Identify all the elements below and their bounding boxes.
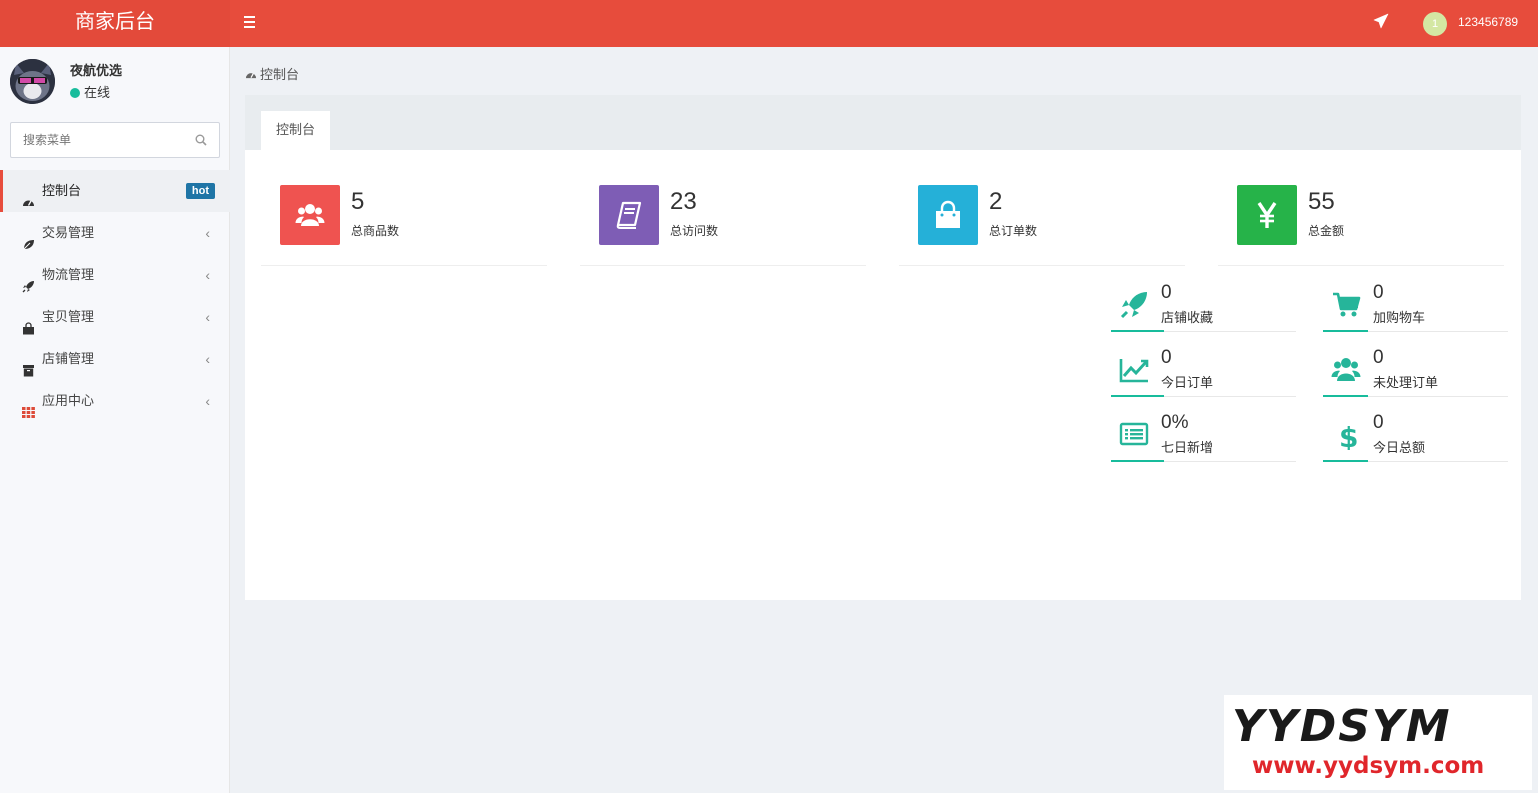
menu-search [10,122,220,158]
accent-underline [1111,460,1164,462]
stat-label: 总访问数 [670,224,719,238]
paper-plane-icon[interactable] [1373,13,1389,32]
yen-icon [1237,185,1297,245]
main-panel: 控制台 5 总商品数 23 总访问数 2 总订单数 55 总金额 0 店铺收藏 … [245,95,1521,600]
stat-visits: 23 总访问数 [580,185,866,266]
dashboard-icon [22,184,35,206]
menu-toggle-icon[interactable] [244,13,260,31]
rocket-icon [22,268,35,293]
watermark-title: YYDSYM [1232,701,1452,752]
mini-stat-label: 今日总额 [1373,440,1426,455]
rocket-icon [1119,290,1149,323]
sidebar-item-label: 物流管理 [42,267,95,282]
archive-icon [22,352,35,377]
sidebar-item-label: 宝贝管理 [42,309,95,324]
avatar [10,59,55,104]
grid-icon [22,394,35,418]
top-navbar: 商家后台 1 123456789 [0,0,1538,47]
accent-underline [1111,330,1164,332]
stat-amount: 55 总金额 [1218,185,1504,266]
chevron-left-icon: ‹ [205,267,210,283]
users-icon [1331,355,1361,388]
sidebar-item-logistics[interactable]: 物流管理 ‹ [0,254,230,296]
search-icon[interactable] [195,134,207,149]
sidebar-item-label: 控制台 [42,183,82,198]
sidebar-item-apps[interactable]: 应用中心 ‹ [0,380,230,422]
sidebar-item-products[interactable]: 宝贝管理 ‹ [0,296,230,338]
stat-value: 2 [989,188,1003,215]
stat-value: 5 [351,188,365,215]
chevron-left-icon: ‹ [205,225,210,241]
accent-underline [1323,395,1368,397]
mini-stat-label: 七日新增 [1161,440,1214,455]
watermark-url: www.yydsym.com [1252,753,1485,779]
mini-stat-value: 0 [1373,282,1384,303]
username-link[interactable]: 123456789 [1458,15,1518,29]
accent-underline [1323,330,1368,332]
mini-stat-favorites: 0 店铺收藏 [1111,282,1296,332]
mini-stat-value: 0 [1161,282,1172,303]
chevron-left-icon: ‹ [205,309,210,325]
dashboard-icon [245,73,257,79]
sidebar-item-shop[interactable]: 店铺管理 ‹ [0,338,230,380]
mini-stat-pending-orders: 0 未处理订单 [1323,347,1508,397]
online-dot-icon [70,88,80,98]
svg-text:$: $ [1339,421,1358,450]
stat-label: 总订单数 [989,224,1038,238]
mini-stat-value: 0% [1161,412,1189,433]
shopping-bag-icon [918,185,978,245]
brand-title[interactable]: 商家后台 [0,0,230,47]
cart-icon [1331,290,1361,323]
mini-stat-today-total: $ 0 今日总额 [1323,412,1508,462]
tab-dashboard[interactable]: 控制台 [261,111,330,150]
line-chart-icon [1119,355,1149,388]
shopping-bag-icon [22,310,35,335]
stat-products: 5 总商品数 [261,185,547,266]
mini-stat-cart: 0 加购物车 [1323,282,1508,332]
sidebar: 夜航优选 在线 控制台 hot 交易管理 ‹ 物流管理 ‹ [0,47,230,793]
users-icon [280,185,340,245]
sidebar-menu: 控制台 hot 交易管理 ‹ 物流管理 ‹ 宝贝管理 ‹ 店铺管理 ‹ 应用中心… [0,170,230,422]
sidebar-item-label: 交易管理 [42,225,95,240]
search-input[interactable] [11,123,181,157]
mini-stat-today-orders: 0 今日订单 [1111,347,1296,397]
mini-stat-value: 0 [1373,412,1384,433]
mini-stat-label: 加购物车 [1373,310,1426,325]
mini-stat-value: 0 [1373,347,1384,368]
sidebar-item-trade[interactable]: 交易管理 ‹ [0,212,230,254]
leaf-icon [22,226,35,250]
hot-badge: hot [185,183,215,199]
stat-value: 23 [670,188,697,215]
book-icon [599,185,659,245]
tab-bar: 控制台 [245,95,1521,150]
user-status: 在线 [70,82,110,101]
stat-orders: 2 总订单数 [899,185,1185,266]
user-name: 夜航优选 [70,63,123,78]
mini-stat-label: 今日订单 [1161,375,1214,390]
dollar-icon: $ [1331,420,1361,454]
mini-stat-label: 店铺收藏 [1161,310,1214,325]
chevron-left-icon: ‹ [205,351,210,367]
accent-underline [1111,395,1164,397]
mini-stat-weekly-new: 0% 七日新增 [1111,412,1296,462]
sidebar-item-label: 店铺管理 [42,351,95,366]
mini-stat-label: 未处理订单 [1373,375,1439,390]
breadcrumb: 控制台 [245,64,299,83]
user-avatar[interactable]: 1 [1423,12,1447,36]
watermark-logo: YYDSYM www.yydsym.com [1224,695,1532,790]
chevron-left-icon: ‹ [205,393,210,409]
stat-label: 总金额 [1308,224,1345,238]
accent-underline [1323,460,1368,462]
list-icon [1119,420,1149,453]
sidebar-item-label: 应用中心 [42,393,95,408]
mini-stat-value: 0 [1161,347,1172,368]
breadcrumb-label[interactable]: 控制台 [260,67,299,82]
stat-value: 55 [1308,188,1335,215]
stat-label: 总商品数 [351,224,400,238]
sidebar-item-dashboard[interactable]: 控制台 hot [0,170,230,212]
